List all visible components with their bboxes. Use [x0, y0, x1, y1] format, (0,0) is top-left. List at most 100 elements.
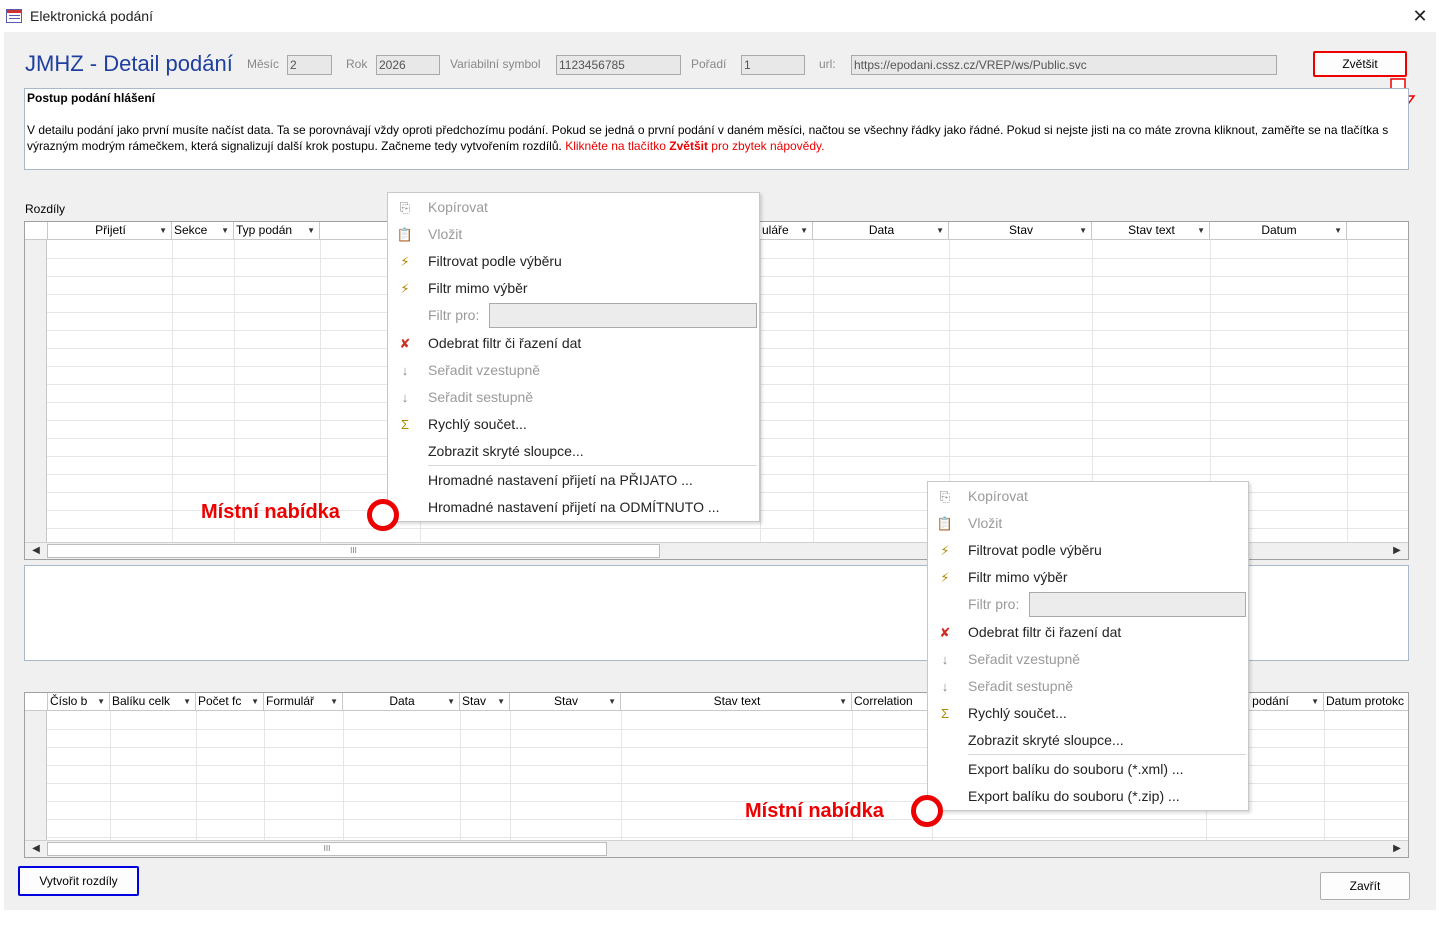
column-header[interactable]: Stav text ▼: [621, 693, 852, 711]
menu-item-label: Zobrazit skryté sloupce...: [968, 732, 1124, 748]
menu-item: ↓ Seřadit sestupně: [388, 384, 759, 411]
menu-item-label: Export balíku do souboru (*.xml) ...: [968, 761, 1184, 777]
diff-section-label: Rozdíly: [25, 202, 66, 216]
filter-for-input[interactable]: [1029, 592, 1246, 617]
scroll-right-icon[interactable]: ▶: [1390, 545, 1404, 557]
column-header[interactable]: ulářе ▼: [760, 222, 813, 240]
menu-item-label: Export balíku do souboru (*.zip) ...: [968, 788, 1180, 804]
window-title: Elektronická podání: [30, 8, 153, 24]
chevron-down-icon: ▼: [97, 697, 105, 706]
menu-item[interactable]: Hromadné nastavení přijetí na ODMÍTNUTO …: [388, 494, 759, 521]
chevron-down-icon: ▼: [1311, 697, 1319, 706]
column-header[interactable]: Přijetí ▼: [48, 222, 172, 240]
poradi-field[interactable]: 1: [741, 55, 805, 75]
menu-item[interactable]: Export balíku do souboru (*.zip) ...: [928, 783, 1248, 810]
copy-icon: ⎘: [939, 489, 951, 504]
column-header[interactable]: Stav ▼: [510, 693, 621, 711]
column-header[interactable]: Datum ▼: [1210, 222, 1347, 240]
column-header[interactable]: Stav ▼: [949, 222, 1092, 240]
form-app-icon: [6, 9, 22, 23]
close-button[interactable]: Zavřít: [1320, 872, 1410, 900]
scroll-left-icon[interactable]: ◀: [29, 545, 43, 557]
help-text: V detailu podání jako první musíte načís…: [27, 122, 1397, 154]
window-close-icon[interactable]: ✕: [1400, 0, 1440, 32]
column-header[interactable]: Typ podán ▼: [234, 222, 320, 240]
column-header[interactable]: Datum protokc: [1324, 693, 1408, 711]
record-selector-column[interactable]: [25, 222, 47, 542]
menu-item-label: Rychlý součet...: [428, 416, 527, 432]
menu-item-label: Seřadit sestupně: [968, 678, 1074, 694]
rok-label: Rok: [346, 57, 368, 71]
url-field[interactable]: https://epodani.cssz.cz/VREP/ws/Public.s…: [851, 55, 1277, 75]
menu-item[interactable]: ⚡ Filtrovat podle výběru: [928, 537, 1248, 564]
grid-column-line: [813, 240, 814, 542]
column-header[interactable]: Číslo b ▼: [48, 693, 110, 711]
paste-icon: 📋: [936, 516, 954, 531]
remove-filter-icon: ✘: [939, 625, 951, 640]
column-header[interactable]: Data ▼: [343, 693, 460, 711]
create-diffs-button[interactable]: Vytvořit rozdíly: [18, 866, 139, 896]
grid-row-line: [47, 819, 1408, 820]
help-text-red-b: pro zbytek nápovědy.: [707, 139, 825, 153]
zoom-button[interactable]: Zvětšit: [1313, 51, 1407, 77]
column-header[interactable]: Correlation: [852, 693, 932, 711]
column-header[interactable]: Data ▼: [813, 222, 949, 240]
chevron-down-icon: ▼: [307, 226, 315, 235]
menu-item[interactable]: Σ Rychlý součet...: [928, 700, 1248, 727]
column-header[interactable]: [1347, 222, 1408, 240]
sort-desc-icon: ↓: [401, 390, 409, 405]
poradi-label: Pořadí: [691, 57, 727, 71]
column-header[interactable]: Stav ▼: [460, 693, 510, 711]
sort-desc-icon: ↓: [941, 679, 949, 694]
menu-item[interactable]: Zobrazit skryté sloupce...: [928, 727, 1248, 754]
rok-field[interactable]: 2026: [376, 55, 440, 75]
scroll-thumb[interactable]: III: [47, 842, 607, 856]
record-selector-column[interactable]: [25, 693, 47, 840]
mesic-field[interactable]: 2: [287, 55, 332, 75]
grid-column-line: [1324, 711, 1325, 840]
right-click-marker: [911, 795, 943, 827]
column-header[interactable]: Sekce ▼: [172, 222, 234, 240]
menu-item-label: Filtr mimo výběr: [968, 569, 1068, 585]
menu-item[interactable]: Export balíku do souboru (*.xml) ...: [928, 756, 1248, 783]
column-header[interactable]: Balíku celk ▼: [110, 693, 196, 711]
chevron-down-icon: ▼: [497, 697, 505, 706]
column-header[interactable]: Stav text ▼: [1092, 222, 1210, 240]
packages-grid-hscroll[interactable]: ◀ III ▶: [25, 840, 1408, 857]
menu-item[interactable]: Hromadné nastavení přijetí na PŘIJATO ..…: [388, 467, 759, 494]
column-header[interactable]: Formulář ▼: [264, 693, 343, 711]
sort-asc-icon: ↓: [941, 652, 949, 667]
menu-item[interactable]: ⚡ Filtrovat podle výběru: [388, 248, 759, 275]
chevron-down-icon: ▼: [251, 697, 259, 706]
page-title: JMHZ - Detail podání: [25, 51, 233, 76]
menu-item[interactable]: ✘ Odebrat filtr či řazení dat: [388, 330, 759, 357]
help-heading: Postup podání hlášení: [27, 91, 156, 105]
select-all-corner[interactable]: [25, 693, 48, 711]
grid-column-line: [343, 711, 344, 840]
grid-column-line: [320, 240, 321, 542]
menu-item-label: Filtr pro:: [428, 307, 480, 323]
context-menu-diffs: ⎘ Kopírovat 📋 Vložit ⚡ Filtrovat podle výběru…: [387, 192, 760, 522]
scroll-left-icon[interactable]: ◀: [29, 843, 43, 855]
url-label: url:: [819, 57, 836, 71]
help-text-red-a: Klikněte na tlačítko: [565, 139, 670, 153]
title-bar: Elektronická podání ✕: [0, 0, 1440, 32]
variable-symbol-field[interactable]: 1123456785: [556, 55, 681, 75]
column-header[interactable]: Počet fc ▼: [196, 693, 264, 711]
menu-item-label: Hromadné nastavení přijetí na PŘIJATO ..…: [428, 472, 693, 488]
menu-item[interactable]: ✘ Odebrat filtr či řazení dat: [928, 619, 1248, 646]
remove-filter-icon: ✘: [399, 336, 411, 351]
menu-item[interactable]: ⚡ Filtr mimo výběr: [928, 564, 1248, 591]
grid-column-line: [1347, 240, 1348, 542]
menu-item[interactable]: Zobrazit skryté sloupce...: [388, 438, 759, 465]
filter-selection-icon: ⚡: [940, 543, 950, 558]
menu-item-label: Vložit: [428, 226, 463, 242]
select-all-corner[interactable]: [25, 222, 48, 240]
scroll-thumb[interactable]: III: [47, 544, 660, 558]
sum-icon: Σ: [940, 706, 950, 721]
menu-item[interactable]: ⚡ Filtr mimo výběr: [388, 275, 759, 302]
scroll-right-icon[interactable]: ▶: [1390, 843, 1404, 855]
menu-item-label: Kopírovat: [968, 488, 1028, 504]
filter-for-input[interactable]: [489, 303, 757, 328]
menu-item[interactable]: Σ Rychlý součet...: [388, 411, 759, 438]
